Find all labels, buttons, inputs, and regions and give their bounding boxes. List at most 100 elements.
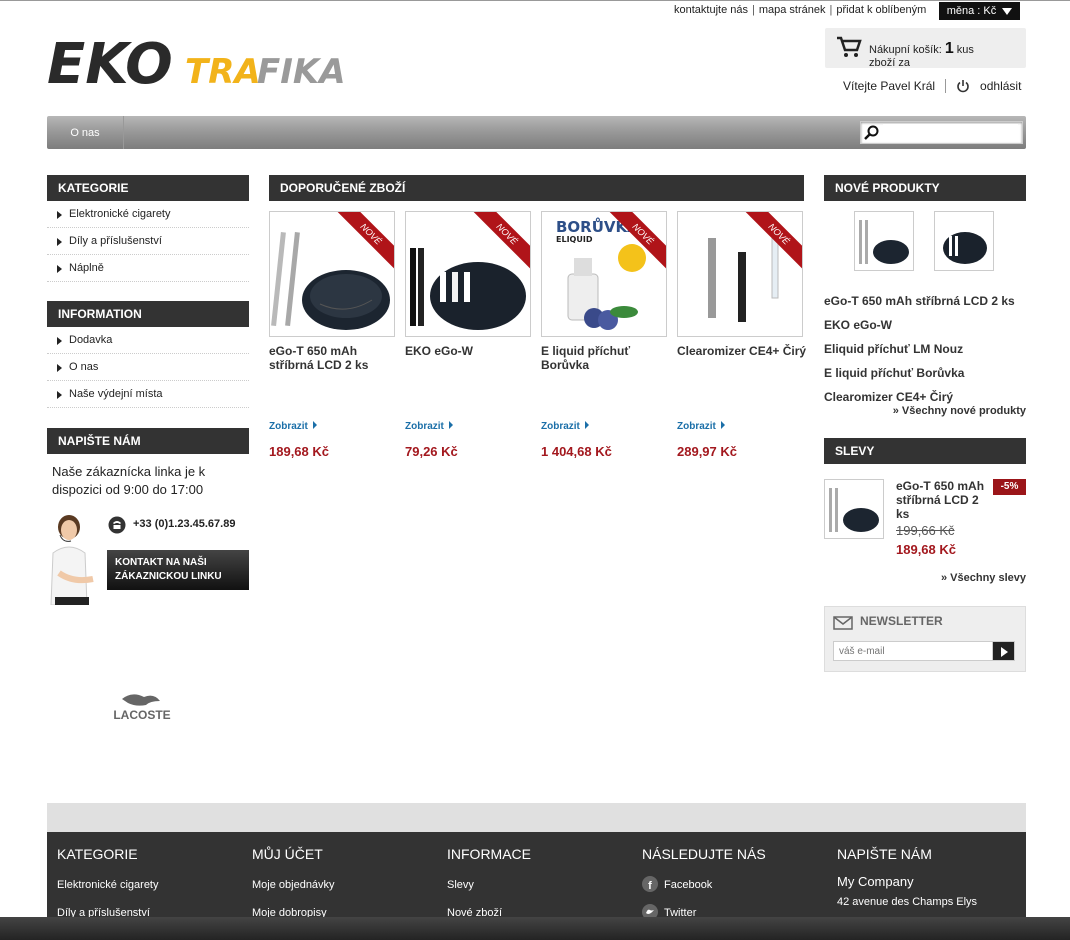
new-products-heading: NOVÉ PRODUKTY xyxy=(824,175,1026,201)
product-name[interactable]: Clearomizer CE4+ Čirý xyxy=(677,344,807,358)
product-price: 289,97 Kč xyxy=(677,444,737,459)
cart-unit: kus xyxy=(956,44,974,56)
logo-tra: TRA xyxy=(185,52,261,91)
support-agent-image xyxy=(50,515,94,605)
user-bar: Vítejte Pavel Král odhlásit xyxy=(843,79,1021,93)
product-show-link[interactable]: Zobrazit xyxy=(405,421,453,432)
new-product-link[interactable]: Eliquid příchuť LM Nouz xyxy=(824,342,963,356)
search-icon[interactable] xyxy=(863,125,881,141)
new-ribbon: NOVÉ xyxy=(742,212,802,272)
contact-link[interactable]: kontaktujte nás xyxy=(670,4,752,16)
sitemap-link[interactable]: mapa stránek xyxy=(755,4,830,16)
footer-write-heading: NAPIŠTE NÁM xyxy=(837,846,932,862)
logo-eko: EKO xyxy=(47,32,173,91)
info-link[interactable]: O nas xyxy=(47,354,249,381)
footer-info-heading: INFORMACE xyxy=(447,846,531,862)
product-show-link[interactable]: Zobrazit xyxy=(677,421,725,432)
product-show-link[interactable]: Zobrazit xyxy=(269,421,317,432)
all-new-products-link[interactable]: » Všechny nové produkty xyxy=(824,405,1026,417)
facebook-link[interactable]: Facebook xyxy=(664,879,712,891)
write-us-heading: NAPIŠTE NÁM xyxy=(47,428,249,454)
sale-heading: SLEVY xyxy=(824,438,1026,464)
newsletter-title: NEWSLETTER xyxy=(860,614,943,628)
newsletter-email-input[interactable] xyxy=(833,641,993,661)
information-heading: INFORMATION xyxy=(47,301,249,327)
mail-icon xyxy=(833,616,853,630)
newsletter-submit-button[interactable] xyxy=(992,641,1015,661)
shopping-cart[interactable]: Nákupní košík: 1 kus zboží za xyxy=(825,28,1026,70)
phone-icon xyxy=(108,516,126,534)
search-box[interactable] xyxy=(860,121,1023,144)
browser-bottom-bar xyxy=(0,917,1070,940)
divider xyxy=(945,79,947,93)
product-image[interactable]: NOVÉ xyxy=(405,211,531,337)
new-ribbon: NOVÉ xyxy=(470,212,530,272)
info-link[interactable]: Naše výdejní místa xyxy=(47,381,249,408)
cart-count: 1 xyxy=(944,40,954,57)
lacoste-logo[interactable]: LACOSTE xyxy=(110,689,174,723)
category-link[interactable]: Náplně xyxy=(47,255,249,282)
sale-price: 189,68 Kč xyxy=(896,542,956,557)
footer: KATEGORIE Elektronické cigarety Díly a p… xyxy=(47,832,1026,922)
new-product-link[interactable]: EKO eGo-W xyxy=(824,318,892,332)
product-image[interactable]: BORŮVKA ELIQUID NOVÉ xyxy=(541,211,667,337)
currency-select[interactable]: měna : Kč xyxy=(939,2,1020,20)
footer-link[interactable]: Moje objednávky xyxy=(252,879,335,891)
svg-text:ELIQUID: ELIQUID xyxy=(556,235,593,244)
footer-link[interactable]: Elektronické cigarety xyxy=(57,879,159,891)
product-name[interactable]: E liquid příchuť Borůvka xyxy=(541,344,671,372)
product-show-link[interactable]: Zobrazit xyxy=(541,421,589,432)
power-icon[interactable] xyxy=(956,79,970,93)
caret-down-icon xyxy=(1002,7,1013,15)
facebook-icon[interactable]: f xyxy=(642,876,658,892)
cart-icon xyxy=(837,36,862,57)
product-name[interactable]: eGo-T 650 mAh stříbrná LCD 2 ks xyxy=(269,344,399,372)
favorites-link[interactable]: přidat k oblíbeným xyxy=(832,4,930,16)
product-image[interactable]: NOVÉ xyxy=(677,211,803,337)
old-price: 199,66 Kč xyxy=(896,523,955,538)
product-price: 1 404,68 Kč xyxy=(541,444,612,459)
product-price: 189,68 Kč xyxy=(269,444,329,459)
new-product-link[interactable]: eGo-T 650 mAh stříbrná LCD 2 ks xyxy=(824,294,1015,308)
new-product-link[interactable]: Clearomizer CE4+ Čirý xyxy=(824,390,953,404)
cart-label: Nákupní košík: xyxy=(869,44,942,56)
info-link[interactable]: Dodavka xyxy=(47,327,249,354)
svg-text:LACOSTE: LACOSTE xyxy=(113,708,170,722)
currency-label: měna : Kč xyxy=(946,5,997,17)
logout-link[interactable]: odhlásit xyxy=(980,79,1021,93)
cart-total-label: zboží za xyxy=(869,57,910,69)
newsletter-block: NEWSLETTER xyxy=(824,606,1026,672)
new-ribbon: NOVÉ xyxy=(334,212,394,272)
footer-top-strip xyxy=(47,803,1026,832)
category-link[interactable]: Díly a příslušenství xyxy=(47,228,249,255)
footer-categories-heading: KATEGORIE xyxy=(57,846,138,862)
featured-heading: DOPORUČENÉ ZBOŽÍ xyxy=(269,175,804,201)
all-sales-link[interactable]: » Všechny slevy xyxy=(824,572,1026,584)
hotline-text: Naše zákaznícka linka je k dispozici od … xyxy=(52,464,206,497)
site-logo[interactable]: EKO TRA FIKA xyxy=(47,31,347,97)
product-name[interactable]: EKO eGo-W xyxy=(405,344,535,358)
play-icon xyxy=(1001,647,1008,657)
logo-fika: FIKA xyxy=(257,52,346,91)
footer-link[interactable]: Slevy xyxy=(447,879,474,891)
product-price: 79,26 Kč xyxy=(405,444,458,459)
category-link[interactable]: Elektronické cigarety xyxy=(47,201,249,228)
categories-heading: KATEGORIE xyxy=(47,175,249,201)
welcome-text: Vítejte Pavel Král xyxy=(843,79,936,93)
sale-product-image[interactable] xyxy=(824,479,884,539)
company-address: 42 avenue des Champs Elys xyxy=(837,896,978,908)
product-image[interactable]: NOVÉ xyxy=(269,211,395,337)
company-name: My Company xyxy=(837,874,914,889)
cart-summary: Nákupní košík: 1 kus zboží za xyxy=(869,40,974,70)
search-input[interactable] xyxy=(883,124,1018,141)
phone-number: +33 (0)1.23.45.67.89 xyxy=(133,518,236,530)
new-product-thumb[interactable] xyxy=(854,211,914,271)
new-product-thumb[interactable] xyxy=(934,211,994,271)
main-nav: O nas xyxy=(47,116,1026,149)
contact-hotline-button[interactable]: KONTAKT NA NAŠI ZÁKAZNICKOU LINKU xyxy=(107,550,249,590)
top-links: kontaktujte nás | mapa stránek | přidat … xyxy=(670,4,930,16)
svg-text:f: f xyxy=(648,880,652,892)
nav-item-o-nas[interactable]: O nas xyxy=(47,116,124,149)
new-product-link[interactable]: E liquid příchuť Borůvka xyxy=(824,366,964,380)
sale-product-name[interactable]: eGo-T 650 mAh stříbrná LCD 2 ks xyxy=(896,479,988,521)
